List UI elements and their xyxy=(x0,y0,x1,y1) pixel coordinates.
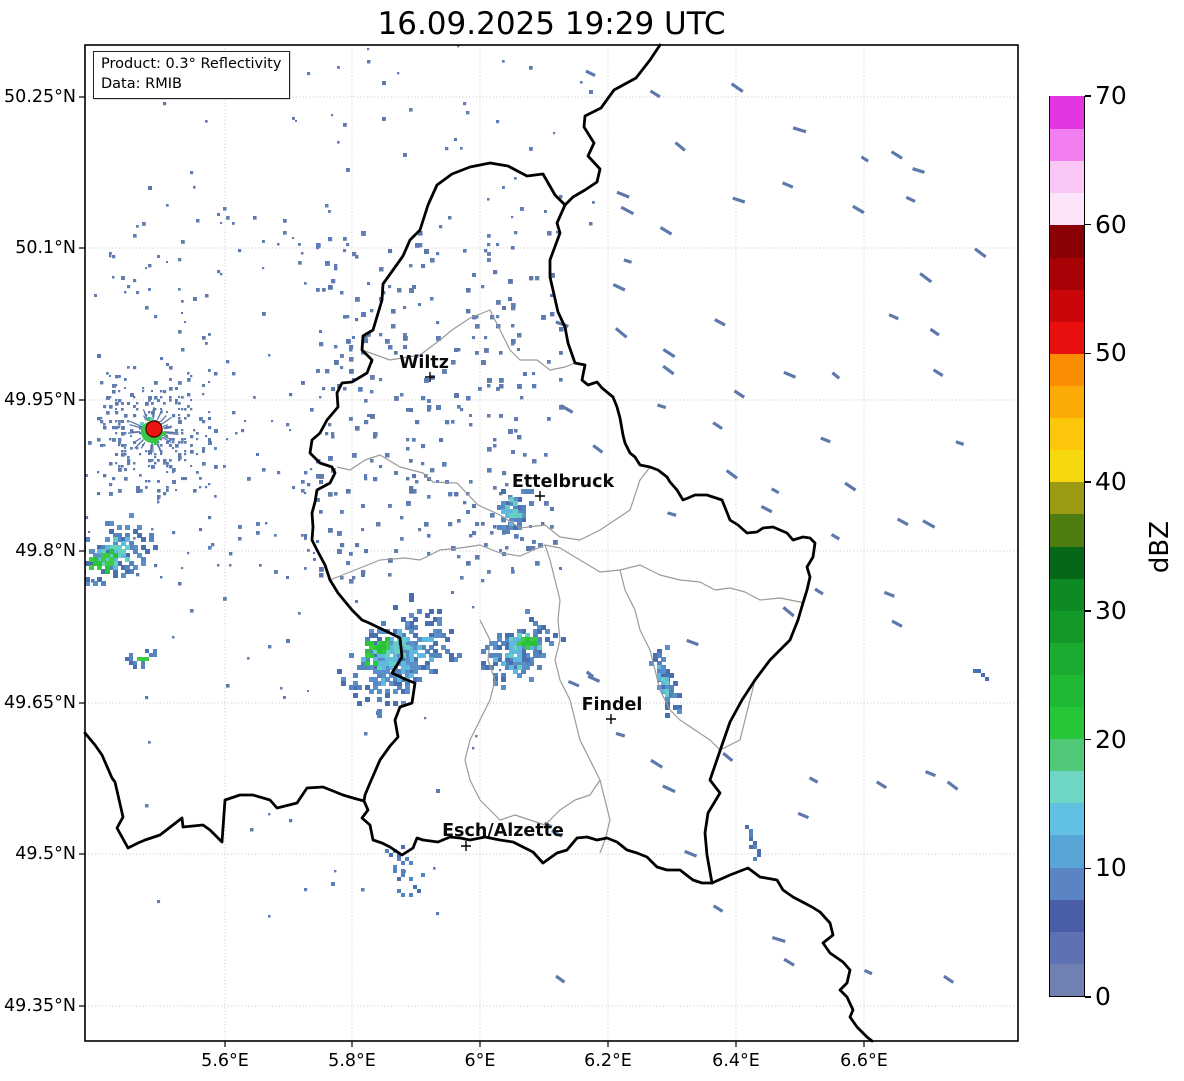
colorbar-band xyxy=(1050,480,1084,515)
fr-de-border xyxy=(710,866,874,1043)
colorbar-band xyxy=(1050,384,1084,419)
lu-de-border xyxy=(548,203,817,885)
x-tick-label: 6.2°E xyxy=(584,1051,632,1071)
colorbar-band xyxy=(1050,320,1084,354)
grid-lines xyxy=(85,45,1018,1041)
district-borders xyxy=(329,309,804,854)
x-tick-label: 6°E xyxy=(464,1051,496,1071)
colorbar-tick-mark xyxy=(1085,481,1091,483)
colorbar-tick-label: 50 xyxy=(1095,338,1127,368)
city-findel: Findel xyxy=(582,695,643,724)
colorbar-band xyxy=(1050,95,1084,130)
colorbar-tick-mark xyxy=(1085,867,1091,869)
colorbar-tick-mark xyxy=(1085,610,1091,612)
colorbar xyxy=(1049,95,1085,997)
colorbar-band xyxy=(1050,802,1084,836)
data-source-label: Data: RMIB xyxy=(101,75,182,92)
colorbar-tick-label: 30 xyxy=(1095,595,1127,625)
city-label: Ettelbruck xyxy=(512,472,615,492)
city-label: Findel xyxy=(582,695,643,715)
be-fr-border xyxy=(83,731,366,850)
city-ettelbruck: Ettelbruck xyxy=(512,472,615,501)
colorbar-band xyxy=(1050,834,1084,868)
y-tick-label: 49.5°N xyxy=(15,844,76,864)
colorbar-band xyxy=(1050,448,1084,483)
colorbar-band xyxy=(1050,769,1084,804)
district-border-path xyxy=(619,569,756,751)
colorbar-band xyxy=(1050,641,1084,675)
be-de-border xyxy=(563,43,662,207)
colorbar-tick-label: 10 xyxy=(1095,853,1127,883)
country-borders xyxy=(83,43,874,1043)
colorbar-tick-mark xyxy=(1085,224,1091,226)
colorbar-band xyxy=(1050,352,1084,386)
city-esch-alzette: Esch/Alzette xyxy=(442,821,564,851)
district-border-path xyxy=(329,544,804,604)
y-tick-label: 49.35°N xyxy=(4,996,76,1016)
x-tick-label: 6.4°E xyxy=(712,1051,760,1071)
colorbar-tick-mark xyxy=(1085,996,1091,998)
city-plus-marker xyxy=(535,491,545,501)
colorbar-band xyxy=(1050,191,1084,226)
colorbar-band xyxy=(1050,416,1084,451)
colorbar-band xyxy=(1050,513,1084,547)
colorbar-tick-mark xyxy=(1085,352,1091,355)
colorbar-band xyxy=(1050,866,1084,900)
city-label: Esch/Alzette xyxy=(442,821,564,841)
y-tick-label: 50.1°N xyxy=(15,238,76,258)
y-tick-label: 49.65°N xyxy=(4,693,76,713)
x-tick-label: 5.8°E xyxy=(328,1051,376,1071)
x-tick-label: 6.6°E xyxy=(840,1051,888,1071)
radar-figure: 16.09.2025 19:29 UTC Wiltz Ettelbruck Fi… xyxy=(0,0,1184,1081)
colorbar-label: dBZ xyxy=(1145,520,1175,574)
product-label: Product: 0.3° Reflectivity xyxy=(101,56,282,72)
colorbar-tick-mark xyxy=(1085,738,1091,741)
city-plus-marker xyxy=(606,714,616,724)
colorbar-tick-label: 70 xyxy=(1095,81,1127,110)
product-info-box: Product: 0.3° Reflectivity Data: RMIB xyxy=(93,51,291,100)
colorbar-band xyxy=(1050,962,1084,996)
colorbar-tick-mark xyxy=(1085,95,1091,97)
city-label: Wiltz xyxy=(399,353,449,373)
y-tick-label: 50.25°N xyxy=(4,87,76,107)
colorbar-band xyxy=(1050,127,1084,162)
colorbar-tick-label: 60 xyxy=(1095,209,1127,239)
colorbar-tick-label: 0 xyxy=(1095,982,1111,1011)
colorbar-band xyxy=(1050,577,1084,611)
colorbar-band xyxy=(1050,705,1084,740)
lu-fr-border xyxy=(360,799,714,885)
colorbar-band xyxy=(1050,224,1084,258)
colorbar-band xyxy=(1050,159,1084,194)
colorbar-band xyxy=(1050,609,1084,643)
colorbar-band xyxy=(1050,930,1084,964)
colorbar-tick-label: 20 xyxy=(1095,724,1127,754)
plot-title: 16.09.2025 19:29 UTC xyxy=(377,6,726,42)
colorbar-band xyxy=(1050,737,1084,772)
city-plus-marker xyxy=(461,841,471,851)
axis-tick-marks xyxy=(79,96,865,1047)
colorbar-band xyxy=(1050,673,1084,708)
radar-echo-pixels xyxy=(85,45,989,984)
colorbar-tick-label: 40 xyxy=(1095,467,1127,497)
x-tick-label: 5.6°E xyxy=(201,1051,249,1071)
y-tick-label: 49.8°N xyxy=(15,541,76,561)
map-canvas: Wiltz Ettelbruck Findel Esch/Alzette xyxy=(79,43,1019,1047)
y-tick-label: 49.95°N xyxy=(4,390,76,410)
colorbar-band xyxy=(1050,898,1084,932)
map-plot-area: Wiltz Ettelbruck Findel Esch/Alzette Produc… xyxy=(79,43,1019,1047)
colorbar-band xyxy=(1050,288,1084,322)
colorbar-band xyxy=(1050,256,1084,290)
city-wiltz: Wiltz xyxy=(399,353,449,382)
colorbar-band xyxy=(1050,545,1084,579)
city-markers: Wiltz Ettelbruck Findel Esch/Alzette xyxy=(399,353,642,851)
